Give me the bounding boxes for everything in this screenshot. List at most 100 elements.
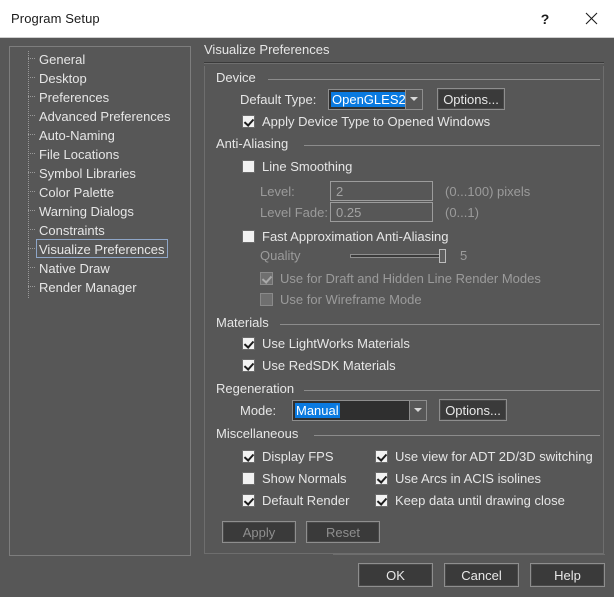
adt-switching-row[interactable]: Use view for ADT 2D/3D switching xyxy=(375,449,593,464)
sidebar-item-file-locations[interactable]: File Locations xyxy=(10,144,190,163)
group-miscellaneous-title: Miscellaneous xyxy=(216,426,305,441)
group-regeneration-title: Regeneration xyxy=(216,381,301,396)
default-type-combobox[interactable]: OpenGLES2 xyxy=(328,88,423,110)
show-normals-checkbox[interactable] xyxy=(242,472,255,485)
sidebar-item-constraints[interactable]: Constraints xyxy=(10,220,190,239)
line-smoothing-checkbox[interactable] xyxy=(242,160,255,173)
wireframe-mode-checkbox[interactable] xyxy=(260,293,273,306)
display-fps-checkbox[interactable] xyxy=(242,450,255,463)
close-icon-glyph xyxy=(585,12,597,25)
cancel-button[interactable]: Cancel xyxy=(444,563,519,587)
apply-device-type-checkbox[interactable] xyxy=(242,115,255,128)
default-render-checkbox[interactable] xyxy=(242,494,255,507)
default-type-label: Default Type: xyxy=(240,91,317,107)
sidebar-item-native-draw[interactable]: Native Draw xyxy=(10,258,190,277)
sidebar-item-render-manager[interactable]: Render Manager xyxy=(10,277,190,296)
help-button[interactable]: Help xyxy=(530,563,605,587)
regeneration-options-button[interactable]: Options... xyxy=(439,399,507,421)
acis-isolines-row[interactable]: Use Arcs in ACIS isolines xyxy=(375,471,541,486)
sidebar-item-advanced-preferences[interactable]: Advanced Preferences xyxy=(10,106,190,125)
group-anti-aliasing-title: Anti-Aliasing xyxy=(216,136,295,151)
help-button-label: Help xyxy=(554,567,581,583)
level-input[interactable]: 2 xyxy=(330,181,433,201)
regeneration-mode-value-area[interactable]: Manual xyxy=(293,401,409,420)
close-icon[interactable] xyxy=(568,0,614,37)
sidebar-item-label: General xyxy=(39,52,86,67)
sidebar-item-color-palette[interactable]: Color Palette xyxy=(10,182,190,201)
level-fade-hint: (0...1) xyxy=(445,204,479,220)
regeneration-mode-combobox[interactable]: Manual xyxy=(292,399,427,421)
page-title: Visualize Preferences xyxy=(204,42,330,57)
draft-hidden-line-label: Use for Draft and Hidden Line Render Mod… xyxy=(280,271,541,286)
sidebar-item-general[interactable]: General xyxy=(10,49,190,68)
default-type-value: OpenGLES2 xyxy=(331,91,405,107)
level-fade-label: Level Fade: xyxy=(260,204,328,220)
apply-reset-row: Apply Reset xyxy=(222,521,380,543)
tree-connector-dash xyxy=(28,115,35,116)
wireframe-mode-row[interactable]: Use for Wireframe Mode xyxy=(260,292,422,307)
sidebar-item-symbol-libraries[interactable]: Symbol Libraries xyxy=(10,163,190,182)
fast-approximation-aa-row[interactable]: Fast Approximation Anti-Aliasing xyxy=(242,229,448,244)
apply-button[interactable]: Apply xyxy=(222,521,296,543)
fast-approximation-aa-checkbox[interactable] xyxy=(242,230,255,243)
sidebar-item-label: Symbol Libraries xyxy=(39,166,136,181)
level-label: Level: xyxy=(260,183,295,199)
quality-slider-thumb[interactable] xyxy=(439,248,446,263)
redsdk-materials-row[interactable]: Use RedSDK Materials xyxy=(242,358,396,373)
quality-label: Quality xyxy=(260,248,301,263)
help-icon[interactable]: ? xyxy=(522,0,568,37)
chevron-down-icon[interactable] xyxy=(405,89,422,109)
level-fade-row: Level Fade: 0.25 (0...1) xyxy=(260,202,479,222)
title-divider xyxy=(204,62,604,64)
settings-tree: General Desktop Preferences Advanced Pre… xyxy=(10,49,190,299)
quality-value: 5 xyxy=(460,248,468,263)
display-fps-row[interactable]: Display FPS xyxy=(242,449,334,464)
cancel-button-label: Cancel xyxy=(461,567,502,583)
sidebar-item-visualize-preferences[interactable]: Visualize Preferences xyxy=(10,239,190,258)
acis-isolines-checkbox[interactable] xyxy=(375,472,388,485)
regeneration-mode-row: Mode: Manual Options... xyxy=(240,399,507,421)
window-title: Program Setup xyxy=(11,11,100,26)
sidebar-item-warning-dialogs[interactable]: Warning Dialogs xyxy=(10,201,190,220)
titlebar: Program Setup ? xyxy=(0,0,614,38)
redsdk-materials-checkbox[interactable] xyxy=(242,359,255,372)
ok-button[interactable]: OK xyxy=(358,563,433,587)
level-hint: (0...100) pixels xyxy=(445,183,531,199)
level-fade-input[interactable]: 0.25 xyxy=(330,202,433,222)
default-type-value-area[interactable]: OpenGLES2 xyxy=(329,90,405,109)
default-render-label: Default Render xyxy=(262,493,350,508)
fast-approximation-aa-label: Fast Approximation Anti-Aliasing xyxy=(262,229,449,244)
tree-connector-dash xyxy=(28,58,35,59)
draft-hidden-line-row[interactable]: Use for Draft and Hidden Line Render Mod… xyxy=(260,271,541,286)
tree-connector-dash xyxy=(28,172,35,173)
sidebar-item-auto-naming[interactable]: Auto-Naming xyxy=(10,125,190,144)
acis-isolines-label: Use Arcs in ACIS isolines xyxy=(395,471,541,486)
lightworks-materials-label: Use LightWorks Materials xyxy=(262,336,410,351)
adt-switching-checkbox[interactable] xyxy=(375,450,388,463)
sidebar-item-label: Native Draw xyxy=(39,261,110,276)
quality-slider[interactable] xyxy=(350,248,446,263)
chevron-down-icon[interactable] xyxy=(409,400,426,420)
show-normals-row[interactable]: Show Normals xyxy=(242,471,347,486)
sidebar-item-preferences[interactable]: Preferences xyxy=(10,87,190,106)
device-options-button[interactable]: Options... xyxy=(437,88,505,110)
tree-connector-dash xyxy=(28,134,35,135)
group-anti-aliasing-line xyxy=(304,145,600,146)
level-fade-value: 0.25 xyxy=(336,204,362,220)
lightworks-materials-checkbox[interactable] xyxy=(242,337,255,350)
draft-hidden-line-checkbox[interactable] xyxy=(260,272,273,285)
keep-data-row[interactable]: Keep data until drawing close xyxy=(375,493,565,508)
group-miscellaneous-line xyxy=(314,435,600,436)
apply-button-label: Apply xyxy=(242,524,276,540)
tree-connector-dash xyxy=(28,210,35,211)
line-smoothing-label: Line Smoothing xyxy=(262,159,353,174)
default-render-row[interactable]: Default Render xyxy=(242,493,349,508)
keep-data-checkbox[interactable] xyxy=(375,494,388,507)
sidebar-item-desktop[interactable]: Desktop xyxy=(10,68,190,87)
apply-device-type-row[interactable]: Apply Device Type to Opened Windows xyxy=(242,114,490,129)
settings-tree-panel[interactable]: General Desktop Preferences Advanced Pre… xyxy=(9,46,191,556)
lightworks-materials-row[interactable]: Use LightWorks Materials xyxy=(242,336,410,351)
sidebar-item-label: Preferences xyxy=(39,90,110,105)
line-smoothing-row[interactable]: Line Smoothing xyxy=(242,159,352,174)
reset-button[interactable]: Reset xyxy=(306,521,380,543)
